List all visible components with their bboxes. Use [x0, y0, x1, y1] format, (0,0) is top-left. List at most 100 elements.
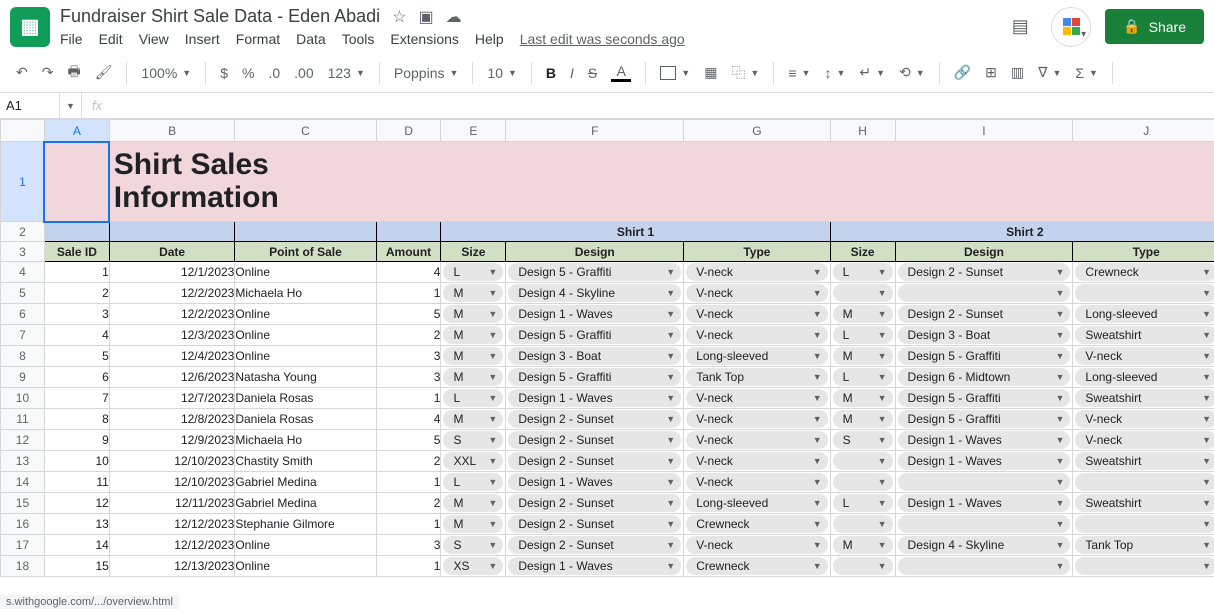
row-header-12[interactable]: 12: [1, 430, 45, 451]
dropdown-chip[interactable]: Crewneck▼: [1075, 263, 1214, 281]
hdr-s1-type[interactable]: Type: [684, 242, 830, 262]
hdr-s2-size[interactable]: Size: [830, 242, 895, 262]
dropdown-chip[interactable]: L▼: [833, 494, 893, 512]
col-header-I[interactable]: I: [895, 120, 1073, 142]
cell-id[interactable]: 7: [44, 388, 109, 409]
cell-s1-type[interactable]: Tank Top▼: [684, 367, 830, 388]
cell-s1-type[interactable]: Crewneck▼: [684, 514, 830, 535]
cell-s2-type[interactable]: Long-sleeved▼: [1073, 304, 1214, 325]
move-icon[interactable]: ▣: [419, 7, 434, 27]
row-header-1[interactable]: 1: [1, 142, 45, 222]
cell-pos[interactable]: Stephanie Gilmore: [235, 514, 376, 535]
dropdown-chip[interactable]: Design 5 - Graffiti▼: [898, 389, 1071, 407]
cell-s2-design[interactable]: ▼: [895, 472, 1073, 493]
cell-s2-size[interactable]: L▼: [830, 262, 895, 283]
dropdown-chip[interactable]: M▼: [833, 536, 893, 554]
comments-icon[interactable]: ▤: [1003, 10, 1037, 44]
cell-s1-size[interactable]: M▼: [441, 367, 506, 388]
cell-s2-size[interactable]: L▼: [830, 493, 895, 514]
cell-s1-design[interactable]: Design 4 - Skyline▼: [506, 283, 684, 304]
dropdown-chip[interactable]: M▼: [443, 515, 503, 533]
cell-s2-type[interactable]: Sweatshirt▼: [1073, 451, 1214, 472]
cell-date[interactable]: 12/4/2023: [109, 346, 235, 367]
hdr-amount[interactable]: Amount: [376, 242, 441, 262]
dropdown-chip[interactable]: Design 4 - Skyline▼: [898, 536, 1071, 554]
cell-pos[interactable]: Chastity Smith: [235, 451, 376, 472]
undo-icon[interactable]: ↶: [10, 60, 34, 85]
dropdown-chip[interactable]: ▼: [833, 473, 893, 491]
row-header-17[interactable]: 17: [1, 535, 45, 556]
cell-s1-size[interactable]: M▼: [441, 304, 506, 325]
dropdown-chip[interactable]: ▼: [1075, 515, 1214, 533]
dropdown-chip[interactable]: Design 5 - Graffiti▼: [508, 368, 681, 386]
cell-s1-size[interactable]: M▼: [441, 514, 506, 535]
dropdown-chip[interactable]: ▼: [898, 515, 1071, 533]
cell-amount[interactable]: 4: [376, 409, 441, 430]
cell-s1-type[interactable]: V-neck▼: [684, 304, 830, 325]
dropdown-chip[interactable]: S▼: [443, 536, 503, 554]
cell-id[interactable]: 14: [44, 535, 109, 556]
hdr-sale-id[interactable]: Sale ID: [44, 242, 109, 262]
cell-s2-type[interactable]: V-neck▼: [1073, 430, 1214, 451]
dropdown-chip[interactable]: S▼: [443, 431, 503, 449]
cell-date[interactable]: 12/1/2023: [109, 262, 235, 283]
cell-A2[interactable]: [44, 222, 109, 242]
cell-s1-type[interactable]: V-neck▼: [684, 430, 830, 451]
col-header-J[interactable]: J: [1073, 120, 1214, 142]
hdr-s2-type[interactable]: Type: [1073, 242, 1214, 262]
dropdown-chip[interactable]: Design 1 - Waves▼: [898, 452, 1071, 470]
cell-amount[interactable]: 4: [376, 262, 441, 283]
cell-pos[interactable]: Natasha Young: [235, 367, 376, 388]
cell-amount[interactable]: 2: [376, 325, 441, 346]
cell-amount[interactable]: 5: [376, 430, 441, 451]
italic-button[interactable]: I: [564, 61, 580, 85]
dropdown-chip[interactable]: L▼: [833, 263, 893, 281]
dropdown-chip[interactable]: M▼: [443, 347, 503, 365]
cell-pos[interactable]: Online: [235, 304, 376, 325]
cell-amount[interactable]: 1: [376, 514, 441, 535]
col-header-A[interactable]: A: [44, 120, 109, 142]
cell-s2-design[interactable]: Design 5 - Graffiti▼: [895, 388, 1073, 409]
cell-s1-type[interactable]: V-neck▼: [684, 283, 830, 304]
zoom-picker[interactable]: 100%▼: [135, 61, 197, 85]
cell-s2-design[interactable]: Design 4 - Skyline▼: [895, 535, 1073, 556]
cell-s2-type[interactable]: Long-sleeved▼: [1073, 367, 1214, 388]
cell-s2-size[interactable]: ▼: [830, 472, 895, 493]
cell-s2-design[interactable]: ▼: [895, 514, 1073, 535]
dropdown-chip[interactable]: Long-sleeved▼: [1075, 368, 1214, 386]
col-header-D[interactable]: D: [376, 120, 441, 142]
cell-B2[interactable]: [109, 222, 235, 242]
row-header-3[interactable]: 3: [1, 242, 45, 262]
cell-s1-type[interactable]: V-neck▼: [684, 472, 830, 493]
row-header-13[interactable]: 13: [1, 451, 45, 472]
insert-comment-icon[interactable]: ⊞: [979, 60, 1003, 85]
dropdown-chip[interactable]: ▼: [898, 473, 1071, 491]
cell-s2-size[interactable]: M▼: [830, 535, 895, 556]
dropdown-chip[interactable]: ▼: [833, 284, 893, 302]
dropdown-chip[interactable]: ▼: [898, 557, 1071, 575]
dropdown-chip[interactable]: Design 2 - Sunset▼: [508, 494, 681, 512]
menu-view[interactable]: View: [139, 31, 169, 47]
cell-amount[interactable]: 2: [376, 451, 441, 472]
dropdown-chip[interactable]: Design 5 - Graffiti▼: [508, 326, 681, 344]
cell-pos[interactable]: Michaela Ho: [235, 283, 376, 304]
cell-s1-design[interactable]: Design 2 - Sunset▼: [506, 451, 684, 472]
format-currency-button[interactable]: $: [214, 61, 234, 85]
col-header-F[interactable]: F: [506, 120, 684, 142]
share-button[interactable]: 🔒 Share: [1105, 9, 1204, 44]
row-header-7[interactable]: 7: [1, 325, 45, 346]
cell-s1-design[interactable]: Design 5 - Graffiti▼: [506, 262, 684, 283]
cell-s1-size[interactable]: M▼: [441, 283, 506, 304]
cell-id[interactable]: 11: [44, 472, 109, 493]
shirt1-header[interactable]: Shirt 1: [441, 222, 830, 242]
paint-format-icon[interactable]: 🖌: [89, 60, 119, 85]
row-header-9[interactable]: 9: [1, 367, 45, 388]
cell-s2-size[interactable]: M▼: [830, 388, 895, 409]
cell-s1-design[interactable]: Design 1 - Waves▼: [506, 304, 684, 325]
cell-s2-type[interactable]: Sweatshirt▼: [1073, 325, 1214, 346]
cell-s1-design[interactable]: Design 2 - Sunset▼: [506, 514, 684, 535]
dropdown-chip[interactable]: Design 5 - Graffiti▼: [508, 263, 681, 281]
cell-s2-size[interactable]: M▼: [830, 346, 895, 367]
cell-s2-type[interactable]: V-neck▼: [1073, 346, 1214, 367]
filter-icon[interactable]: ∇▼: [1032, 60, 1067, 85]
